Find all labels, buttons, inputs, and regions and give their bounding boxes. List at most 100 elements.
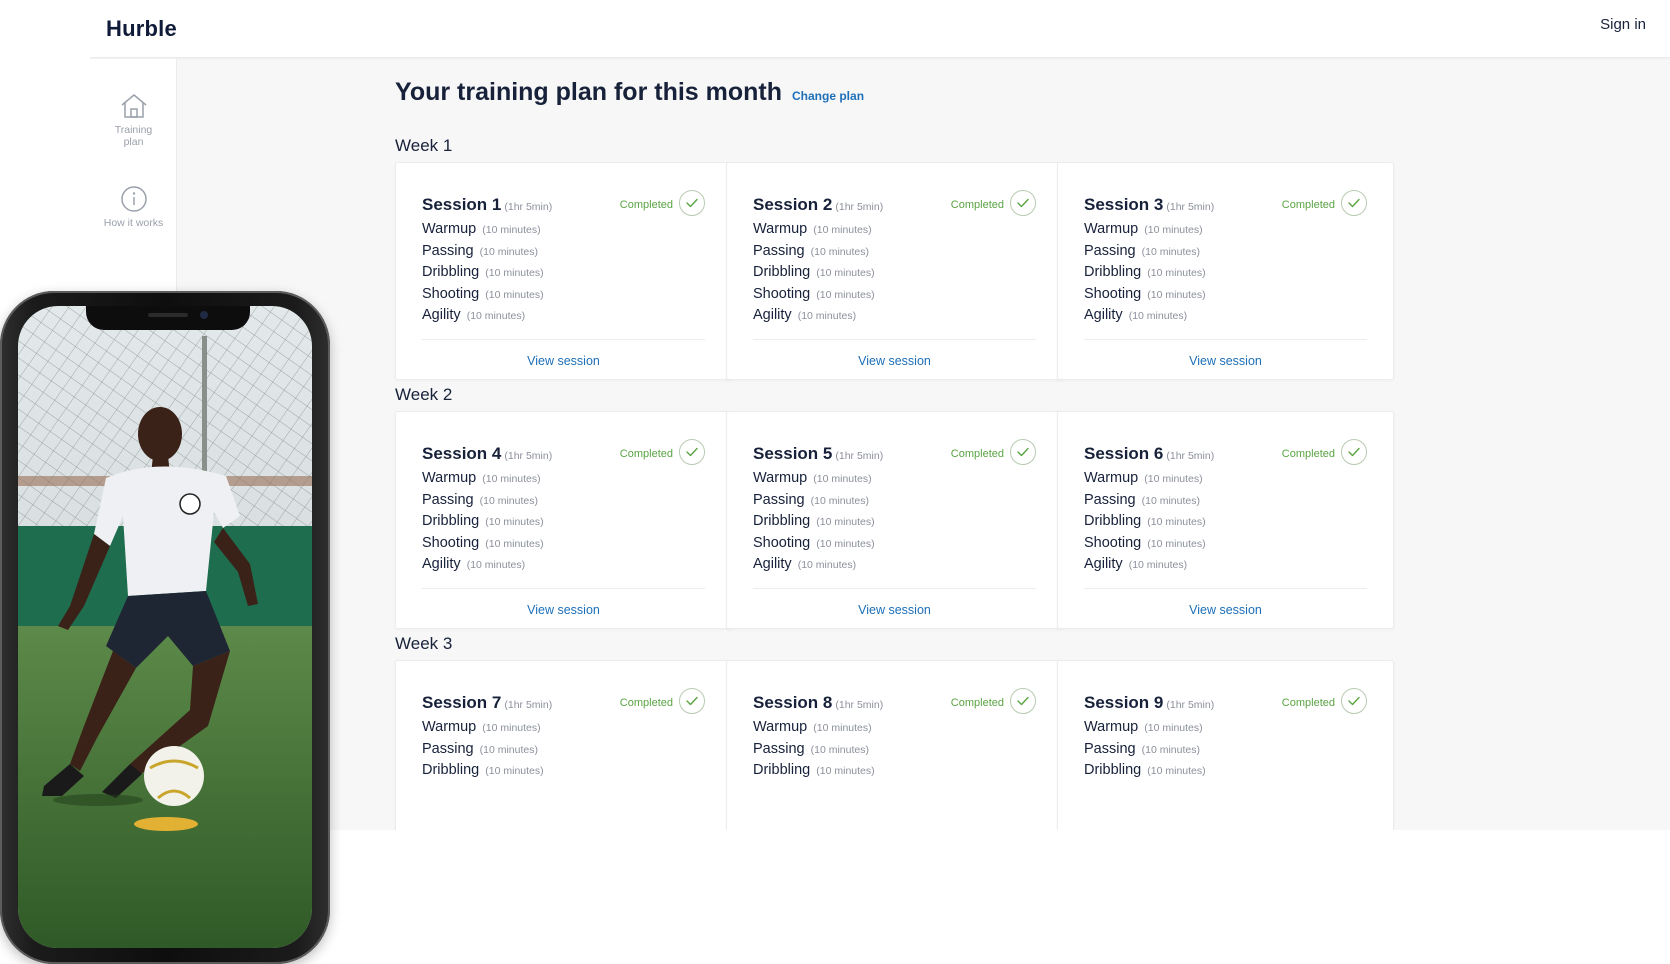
drill-duration: (10 minutes) [1147, 765, 1206, 777]
drill-duration: (10 minutes) [482, 224, 541, 236]
drill-list: Warmup (10 minutes) Passing (10 minutes) D… [1084, 470, 1206, 578]
session-card: Session 2 (1hr 5min) Completed Warmup (10 m… [726, 162, 1063, 380]
session-card-header: Session 5 (1hr 5min) Completed [753, 438, 1036, 468]
drill-duration: (10 minutes) [816, 516, 875, 528]
drill-duration: (10 minutes) [816, 267, 875, 279]
drill-name: Agility [753, 307, 792, 323]
drill-item: Passing (10 minutes) [1084, 741, 1206, 763]
check-icon [679, 688, 705, 714]
drill-item: Shooting (10 minutes) [753, 535, 875, 557]
drill-duration: (10 minutes) [482, 473, 541, 485]
week-label: Week 3 [395, 634, 453, 653]
drill-item: Agility (10 minutes) [422, 556, 544, 578]
page: Hurble Sign in Training plan How it work… [0, 0, 1670, 964]
drill-item: Warmup (10 minutes) [1084, 470, 1206, 492]
drill-name: Warmup [422, 470, 477, 486]
drill-duration: (10 minutes) [1128, 559, 1188, 571]
session-name: Session 8 [753, 693, 833, 712]
drill-item: Shooting (10 minutes) [1084, 286, 1206, 308]
session-title: Session 3 (1hr 5min) [1084, 195, 1214, 215]
page-title: Your training plan for this month [395, 78, 783, 106]
change-plan-link[interactable]: Change plan [792, 89, 864, 103]
session-card-header: Session 3 (1hr 5min) Completed [1084, 189, 1367, 219]
view-session-link[interactable]: View session [396, 354, 731, 368]
drill-item: Shooting (10 minutes) [753, 286, 875, 308]
drill-item: Passing (10 minutes) [753, 741, 875, 763]
card-divider [753, 588, 1036, 589]
drill-item: Warmup (10 minutes) [422, 221, 544, 243]
status-badge: Completed [619, 199, 673, 211]
card-divider [1084, 588, 1367, 589]
drill-duration: (10 minutes) [485, 288, 544, 301]
drill-item: Warmup (10 minutes) [1084, 719, 1206, 741]
drill-item: Dribbling (10 minutes) [1084, 513, 1206, 535]
drill-duration: (10 minutes) [813, 224, 872, 236]
session-title: Session 1 (1hr 5min) [422, 195, 552, 215]
drill-item: Dribbling (10 minutes) [422, 264, 544, 286]
phone-screen [18, 306, 312, 948]
drill-item: Passing (10 minutes) [753, 492, 875, 514]
drill-item: Agility (10 minutes) [753, 307, 875, 329]
drill-list: Warmup (10 minutes) Passing (10 minutes) D… [1084, 221, 1206, 329]
check-icon [679, 190, 705, 216]
drill-name: Warmup [1084, 470, 1139, 486]
view-session-link[interactable]: View session [396, 603, 731, 617]
session-card: Session 6 (1hr 5min) Completed Warmup (10 m… [1057, 411, 1394, 629]
session-card: Session 9 (1hr 5min) Completed Warmup (10 m… [1057, 660, 1394, 830]
session-card-header: Session 2 (1hr 5min) Completed [753, 189, 1036, 219]
drill-item: Dribbling (10 minutes) [753, 264, 875, 286]
drill-duration: (10 minutes) [813, 473, 872, 485]
drill-duration: (10 minutes) [797, 310, 857, 322]
drill-item: Dribbling (10 minutes) [1084, 762, 1206, 784]
drill-name: Passing [1084, 242, 1136, 259]
drill-duration: (10 minutes) [1128, 310, 1188, 322]
sign-in-link[interactable]: Sign in [1600, 16, 1646, 33]
session-title: Session 6 (1hr 5min) [1084, 444, 1214, 464]
view-session-link[interactable]: View session [727, 354, 1062, 368]
week-label: Week 1 [395, 136, 453, 155]
drill-duration: (10 minutes) [479, 494, 538, 507]
drill-list: Warmup (10 minutes) Passing (10 minutes) D… [1084, 719, 1206, 784]
view-session-link[interactable]: View session [727, 603, 1062, 617]
brand-logo[interactable]: Hurble [106, 16, 177, 42]
session-title: Session 9 (1hr 5min) [1084, 693, 1214, 713]
drill-item: Agility (10 minutes) [753, 556, 875, 578]
sidebar-item-training-plan[interactable]: Training plan [90, 92, 177, 148]
drill-name: Passing [753, 242, 805, 259]
drill-item: Agility (10 minutes) [422, 307, 544, 329]
view-session-link[interactable]: View session [1058, 354, 1393, 368]
session-duration: (1hr 5min) [1166, 450, 1215, 462]
phone-speaker [148, 313, 188, 317]
status-badge: Completed [950, 448, 1004, 460]
drill-duration: (10 minutes) [485, 537, 544, 550]
drill-duration: (10 minutes) [1144, 722, 1203, 734]
drill-name: Shooting [422, 534, 480, 551]
drill-name: Dribbling [753, 264, 811, 280]
drill-name: Shooting [1084, 534, 1142, 551]
sidebar-item-label: How it works [103, 217, 164, 229]
drill-duration: (10 minutes) [810, 743, 869, 756]
sidebar-item-how-it-works[interactable]: How it works [90, 185, 177, 229]
football-player-photo [18, 306, 312, 948]
drill-name: Agility [1084, 307, 1123, 323]
session-card: Session 3 (1hr 5min) Completed Warmup (10 m… [1057, 162, 1394, 380]
drill-name: Dribbling [422, 762, 480, 778]
drill-duration: (10 minutes) [485, 516, 544, 528]
check-icon [1010, 190, 1036, 216]
check-icon [1010, 439, 1036, 465]
status-badge: Completed [619, 448, 673, 460]
session-name: Session 6 [1084, 444, 1164, 463]
home-icon [90, 92, 177, 120]
drill-name: Passing [753, 491, 805, 508]
drill-duration: (10 minutes) [813, 722, 872, 734]
drill-duration: (10 minutes) [479, 245, 538, 258]
session-name: Session 7 [422, 693, 502, 712]
session-card: Session 5 (1hr 5min) Completed Warmup (10 m… [726, 411, 1063, 629]
drill-item: Dribbling (10 minutes) [753, 513, 875, 535]
session-card-header: Session 6 (1hr 5min) Completed [1084, 438, 1367, 468]
drill-item: Passing (10 minutes) [422, 492, 544, 514]
view-session-link[interactable]: View session [1058, 603, 1393, 617]
drill-name: Passing [422, 242, 474, 259]
card-divider [422, 339, 705, 340]
drill-name: Passing [422, 491, 474, 508]
